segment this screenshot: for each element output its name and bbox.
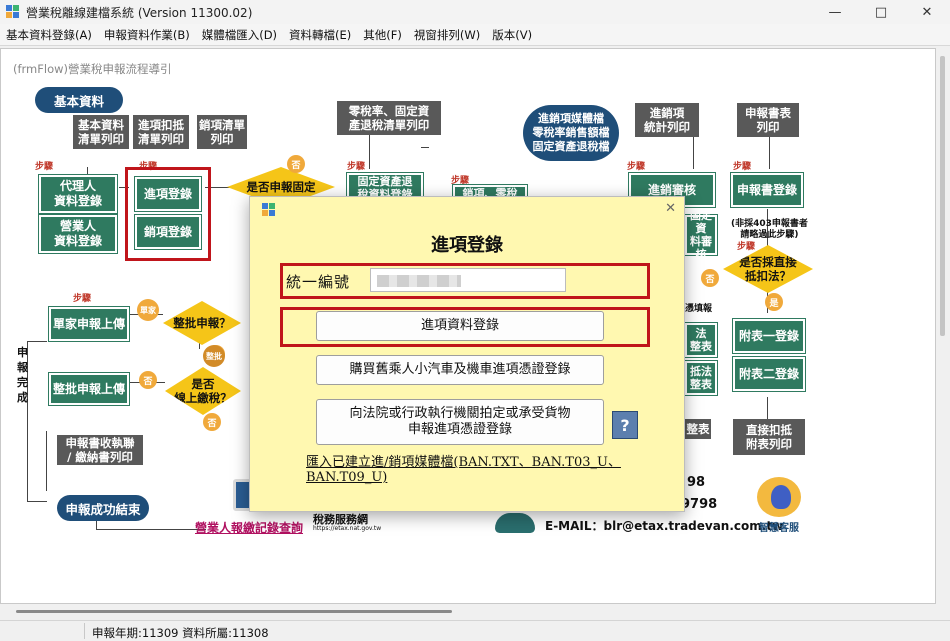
vertical-scrollbar[interactable]	[936, 48, 950, 604]
phone-part-2: 9798	[681, 497, 718, 512]
window-title: 營業稅離線建檔系統 (Version 11300.02)	[26, 5, 253, 20]
import-media-link[interactable]: 匯入已建立進/銷項媒體檔(BAN.TXT、BAN.T03_U、BAN.T09_U…	[306, 455, 646, 485]
basic-list-print[interactable]: 基本資料 清單列印	[73, 115, 129, 149]
app-icon	[6, 5, 20, 19]
ubn-masked-value	[377, 275, 461, 287]
law-table-print[interactable]: 整表	[685, 419, 711, 439]
dialog-app-icon	[262, 203, 276, 217]
step-label-7: 步驟	[733, 162, 752, 172]
form-print[interactable]: 申報書表 列印	[737, 103, 799, 137]
law-table-2[interactable]: 抵法 整表	[685, 361, 717, 395]
badge-yes-1: 是	[765, 293, 783, 311]
law-table-1[interactable]: 法 整表	[685, 323, 717, 357]
menu-bar: 基本資料登錄(A) 申報資料作業(B) 媒體檔匯入(D) 資料轉檔(E) 其他(…	[0, 24, 950, 46]
tax-record-query-link[interactable]: 營業人報繳記錄查詢	[195, 519, 303, 536]
person-icon	[495, 513, 535, 533]
declare-entry[interactable]: 申報書登錄	[731, 173, 803, 207]
tax-net-url: https://etax.nat.gov.tw	[313, 525, 382, 532]
step-label-5: 步驟	[627, 162, 646, 172]
dialog-close-icon[interactable]: ✕	[665, 201, 676, 216]
single-upload[interactable]: 單家申報上傳	[49, 307, 129, 341]
menu-declare[interactable]: 申報資料作業(B)	[104, 27, 190, 43]
step-label-13: 步驟	[73, 294, 92, 304]
badge-no-1: 否	[287, 155, 305, 173]
court-auction-entry-button[interactable]: 向法院或行政執行機關拍定或承受貨物 申報進項憑證登錄	[316, 399, 604, 445]
step-label-1: 步驟	[35, 162, 54, 172]
badge-no-2: 否	[701, 269, 719, 287]
declare-complete-label: 申 報 完 成	[17, 346, 28, 404]
agent-data-entry[interactable]: 代理人 資料登錄	[39, 175, 117, 213]
step-label-3: 步驟	[347, 162, 366, 172]
batch-upload[interactable]: 整批申報上傳	[49, 373, 129, 405]
menu-version[interactable]: 版本(V)	[492, 27, 532, 43]
menu-other[interactable]: 其他(F)	[363, 27, 402, 43]
maximize-button[interactable]: □	[858, 0, 904, 24]
ubn-input[interactable]	[370, 268, 566, 292]
batch-decision: 整批申報？	[163, 301, 241, 345]
phone-part-1: 98	[687, 475, 706, 490]
sales-list-print[interactable]: 銷項清單 列印	[197, 115, 247, 149]
dialog-header: ✕	[250, 197, 684, 223]
report-note: 憑填報	[685, 304, 713, 314]
dialog-title: 進項登錄	[431, 235, 503, 256]
purchase-entry-dialog: ✕ 進項登錄 統一編號 進項資料登錄 購買舊乘人小汽車及機車進項憑證登錄 向法院…	[249, 196, 685, 512]
menu-media-import[interactable]: 媒體檔匯入(D)	[202, 27, 277, 43]
highlight-frame	[125, 167, 211, 261]
badge-no-4: 否	[203, 413, 221, 431]
status-text: 申報年期:11309 資料所屬:11308	[92, 626, 269, 640]
close-button[interactable]: ✕	[904, 0, 950, 24]
status-separator	[84, 623, 85, 639]
menu-basic[interactable]: 基本資料登錄(A)	[6, 27, 92, 43]
help-icon[interactable]: ?	[612, 411, 638, 439]
deduct-attachment-print[interactable]: 直接扣抵 附表列印	[733, 419, 805, 455]
horizontal-scrollbar[interactable]	[16, 610, 452, 613]
attachment-1-entry[interactable]: 附表一登錄	[733, 319, 805, 353]
business-data-entry[interactable]: 營業人 資料登錄	[39, 215, 117, 253]
badge-batch: 整批	[203, 345, 225, 367]
menu-convert[interactable]: 資料轉檔(E)	[289, 27, 351, 43]
menu-window[interactable]: 視窗排列(W)	[414, 27, 480, 43]
purchase-data-entry-button[interactable]: 進項資料登錄	[316, 311, 604, 341]
mascot-body-icon	[771, 485, 791, 509]
success-pill: 申報成功結束	[57, 495, 149, 521]
receipt-print[interactable]: 申報書收執聯 / 繳納書列印	[57, 435, 143, 465]
stats-print[interactable]: 進銷項 統計列印	[635, 103, 699, 137]
smart-service-label: 智慧客服	[759, 523, 799, 534]
fixed-review[interactable]: 固定資 料審核	[685, 209, 717, 261]
purchase-list-print[interactable]: 進項扣抵 清單列印	[133, 115, 189, 149]
title-bar: 營業稅離線建檔系統 (Version 11300.02) — □ ✕	[0, 0, 950, 24]
badge-single: 單家	[137, 299, 159, 321]
scroll-thumb[interactable]	[940, 56, 945, 336]
online-pay-decision: 是否 線上繳稅？	[165, 367, 241, 415]
minimize-button[interactable]: —	[812, 0, 858, 24]
status-bar: 申報年期:11309 資料所屬:11308	[0, 620, 950, 640]
ubn-label: 統一編號	[286, 273, 351, 291]
basic-data-pill[interactable]: 基本資料	[35, 87, 123, 113]
attachment-2-entry[interactable]: 附表二登錄	[733, 357, 805, 391]
email-label: E-MAIL：blr@etax.tradevan.com.tw	[545, 519, 784, 533]
media-pill[interactable]: 進銷項媒體檔 零稅率銷售額檔 固定資產退稅檔	[523, 105, 619, 161]
zero-tax-list-print[interactable]: 零稅率、固定資 產退稅清單列印	[337, 101, 441, 135]
direct-deduct-decision: 是否採直接 抵扣法？	[723, 245, 813, 293]
used-vehicle-entry-button[interactable]: 購買舊乘人小汽車及機車進項憑證登錄	[316, 355, 604, 385]
badge-no-3: 否	[139, 371, 157, 389]
declare-note: (非採403申報書者 請略過此步驟)	[731, 219, 808, 240]
